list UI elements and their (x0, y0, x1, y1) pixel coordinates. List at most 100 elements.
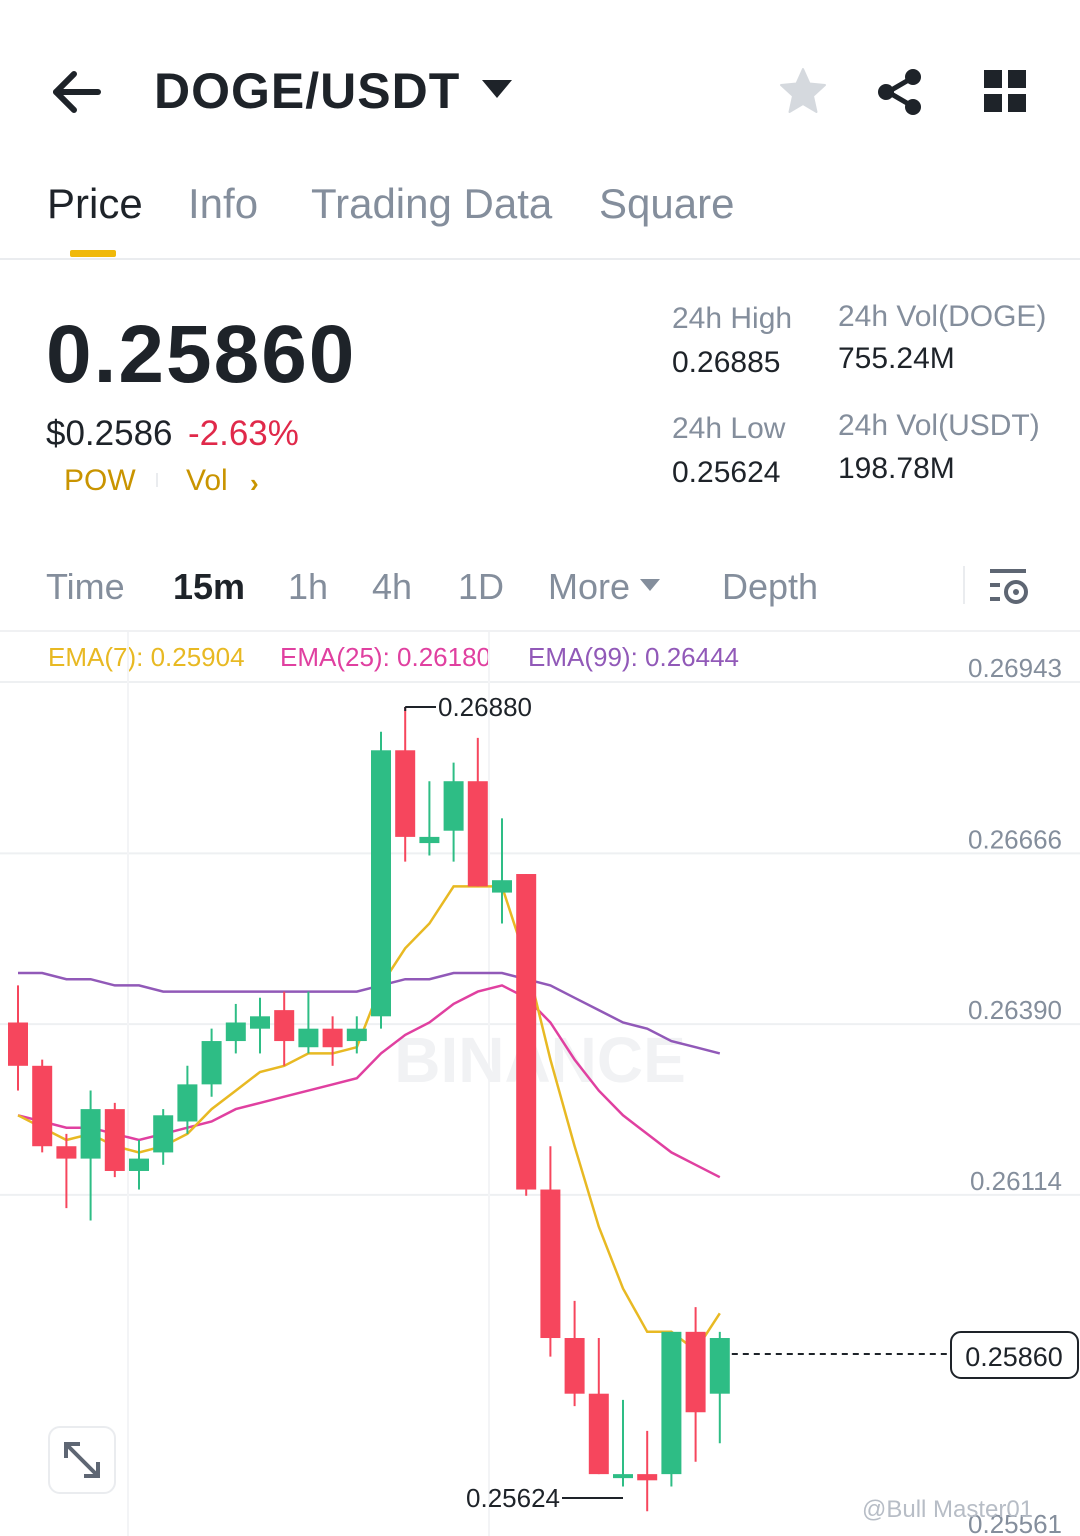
tag-pow[interactable]: POW (64, 464, 136, 498)
interval-1h[interactable]: 1h (288, 566, 328, 608)
candle-body (467, 781, 488, 887)
low-24h-label: 24h Low (672, 412, 786, 445)
pair-title[interactable]: DOGE/USDT (154, 62, 460, 120)
candle (395, 706, 416, 862)
candle-body (225, 1022, 246, 1042)
candle-body (419, 836, 440, 844)
chevron-right-icon[interactable]: › (250, 468, 259, 499)
last-price: 0.25860 (46, 309, 357, 400)
candle (588, 1338, 609, 1475)
interval-1d[interactable]: 1D (458, 566, 504, 608)
interval-15m[interactable]: 15m (173, 566, 245, 608)
tab-square[interactable]: Square (599, 180, 734, 228)
tab-info[interactable]: Info (188, 180, 258, 228)
candle (685, 1307, 706, 1462)
vol-base-label: 24h Vol(DOGE) (838, 300, 1047, 333)
tag-divider (156, 473, 158, 487)
vol-base-value: 755.24M (838, 342, 955, 375)
candle-body (346, 1028, 367, 1042)
vol-quote-label: 24h Vol(USDT) (838, 409, 1040, 442)
candle (104, 1102, 125, 1178)
candle (564, 1300, 585, 1407)
candle (8, 985, 28, 1091)
candle (250, 997, 270, 1054)
price-change-percent: -2.63% (188, 414, 299, 453)
back-arrow-icon (53, 71, 101, 113)
share-icon (878, 69, 921, 115)
candle (637, 1430, 658, 1512)
chevron-down-icon[interactable] (482, 80, 512, 98)
candle (467, 737, 488, 887)
interval-4h[interactable]: 4h (372, 566, 412, 608)
more-caret-icon[interactable] (640, 579, 660, 591)
tag-vol[interactable]: Vol (186, 464, 228, 498)
candle (540, 1146, 561, 1357)
high-24h-value: 0.26885 (672, 346, 781, 379)
candle-body (588, 1393, 609, 1475)
chart-settings-icon (990, 569, 1028, 604)
interval-more[interactable]: More (548, 566, 630, 608)
candle-body (709, 1338, 730, 1394)
grid-icon (984, 70, 1026, 112)
candle-body (104, 1109, 125, 1171)
candle (709, 1331, 730, 1444)
candle-body (371, 750, 391, 1017)
candle (419, 781, 440, 856)
tabs-divider (0, 258, 1080, 260)
fiat-price: $0.2586 (46, 414, 173, 453)
vol-quote-value: 198.78M (838, 452, 955, 485)
candle (225, 1003, 246, 1054)
candle-body (637, 1474, 658, 1481)
min-price-label: 0.25624 (466, 1483, 560, 1513)
candle (32, 1059, 53, 1153)
candle (443, 762, 464, 862)
candle-body (322, 1028, 343, 1048)
watermark-brand: BINANCE (394, 1024, 686, 1096)
watermark-user: @Bull Master01 (862, 1496, 1034, 1523)
candle-body (8, 1022, 28, 1066)
candle-body (56, 1146, 77, 1159)
chart-settings-button[interactable] (988, 566, 1030, 606)
candle-body (80, 1109, 101, 1159)
expand-icon (64, 1442, 100, 1478)
candle-body (177, 1084, 198, 1122)
tab-trading-data[interactable]: Trading Data (311, 180, 552, 228)
back-button[interactable] (40, 60, 110, 124)
candle-body (661, 1331, 682, 1475)
share-button[interactable] (874, 66, 926, 118)
candle (613, 1399, 633, 1487)
candle-body (129, 1158, 149, 1171)
grid-menu-button[interactable] (984, 70, 1026, 112)
candle-body (153, 1115, 174, 1153)
candlestick-chart[interactable]: BINANCE 0.26943 0.26666 0.26390 0.26114 0.25… (0, 632, 1080, 1536)
interval-depth[interactable]: Depth (722, 566, 818, 608)
candle-body (613, 1474, 633, 1479)
candle (153, 1109, 174, 1165)
interval-time[interactable]: Time (46, 566, 125, 608)
candle-body (274, 1010, 295, 1042)
y-tick-label: 0.26943 (968, 653, 1062, 683)
candle-body (201, 1041, 222, 1085)
y-tick-label: 0.26390 (968, 995, 1062, 1025)
y-tick-label: 0.26114 (970, 1166, 1062, 1196)
candle-body (298, 1028, 319, 1048)
high-24h-label: 24h High (672, 302, 793, 335)
max-price-label: 0.26880 (438, 692, 532, 722)
candle-body (492, 880, 512, 893)
tab-price[interactable]: Price (47, 180, 143, 228)
interval-divider (963, 566, 965, 604)
fullscreen-button[interactable] (48, 1426, 116, 1494)
candle (129, 1140, 149, 1190)
candle (516, 874, 537, 1196)
star-icon (780, 68, 826, 113)
candle (201, 1028, 222, 1097)
candle (80, 1090, 101, 1221)
candle-body (540, 1189, 561, 1339)
y-tick-label: 0.26666 (968, 824, 1062, 854)
candle-body (564, 1338, 585, 1394)
current-price-label: 0.25860 (965, 1342, 1063, 1372)
candle-body (685, 1331, 706, 1413)
candle (177, 1065, 198, 1134)
candle (56, 1133, 77, 1209)
favorite-button[interactable] (778, 66, 828, 116)
